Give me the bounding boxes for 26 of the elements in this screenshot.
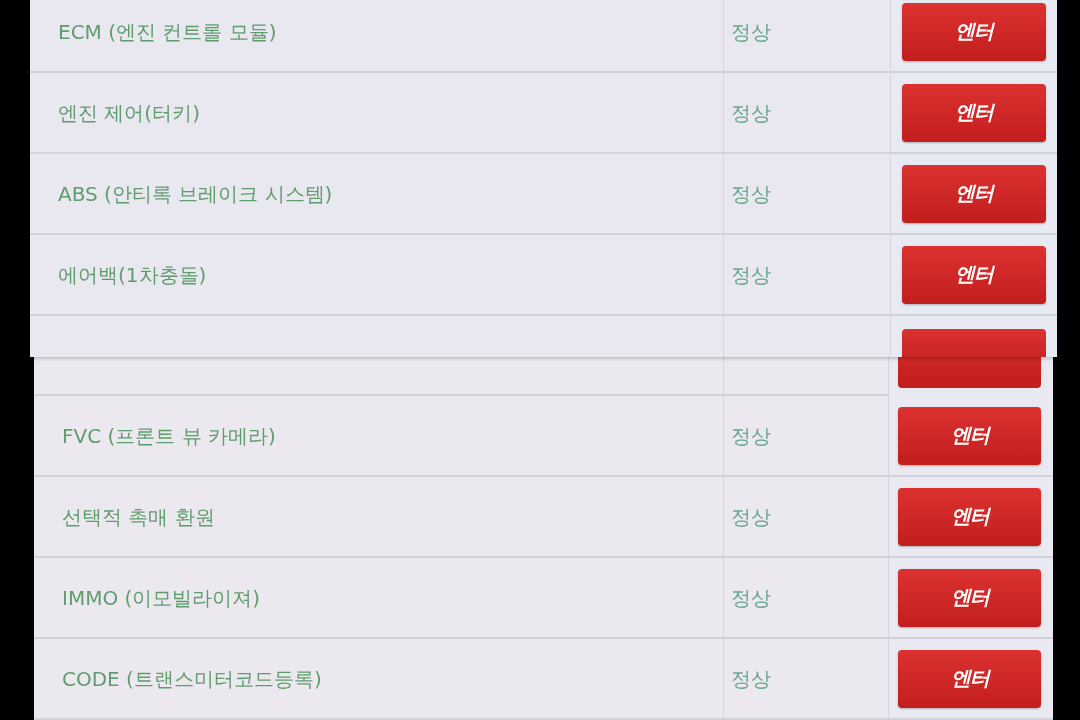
module-label: ABS (안티록 브레이크 시스템) — [58, 181, 333, 206]
status-label: 정상 — [731, 100, 771, 125]
enter-button[interactable]: 엔터 — [898, 406, 1041, 465]
enter-button[interactable]: 엔터 — [898, 487, 1041, 546]
cut-off-button[interactable] — [902, 329, 1046, 357]
enter-button[interactable]: 엔터 — [898, 568, 1041, 627]
module-label: ECM (엔진 컨트롤 모듈) — [58, 19, 277, 44]
status-label: 정상 — [731, 423, 771, 448]
enter-button[interactable]: 엔터 — [902, 164, 1046, 223]
status-label: 정상 — [731, 585, 771, 610]
module-label: CODE (트랜스미터코드등록) — [62, 666, 322, 691]
status-label: 정상 — [731, 19, 771, 44]
module-label: FVC (프론트 뷰 카메라) — [62, 423, 276, 448]
module-label: 선택적 촉매 환원 — [62, 504, 215, 529]
status-label: 정상 — [731, 262, 771, 287]
enter-button[interactable]: 엔터 — [902, 245, 1046, 304]
enter-button[interactable]: 엔터 — [898, 649, 1041, 708]
status-label: 정상 — [731, 181, 771, 206]
enter-button[interactable]: 엔터 — [902, 2, 1046, 61]
module-label: 에어백(1차충돌) — [58, 262, 207, 287]
enter-button[interactable]: 엔터 — [902, 83, 1046, 142]
module-label: 엔진 제어(터키) — [58, 100, 200, 125]
status-label: 정상 — [731, 666, 771, 691]
module-label: IMMO (이모빌라이져) — [62, 585, 261, 610]
status-label: 정상 — [731, 504, 771, 529]
cut-off-button[interactable] — [898, 357, 1041, 388]
